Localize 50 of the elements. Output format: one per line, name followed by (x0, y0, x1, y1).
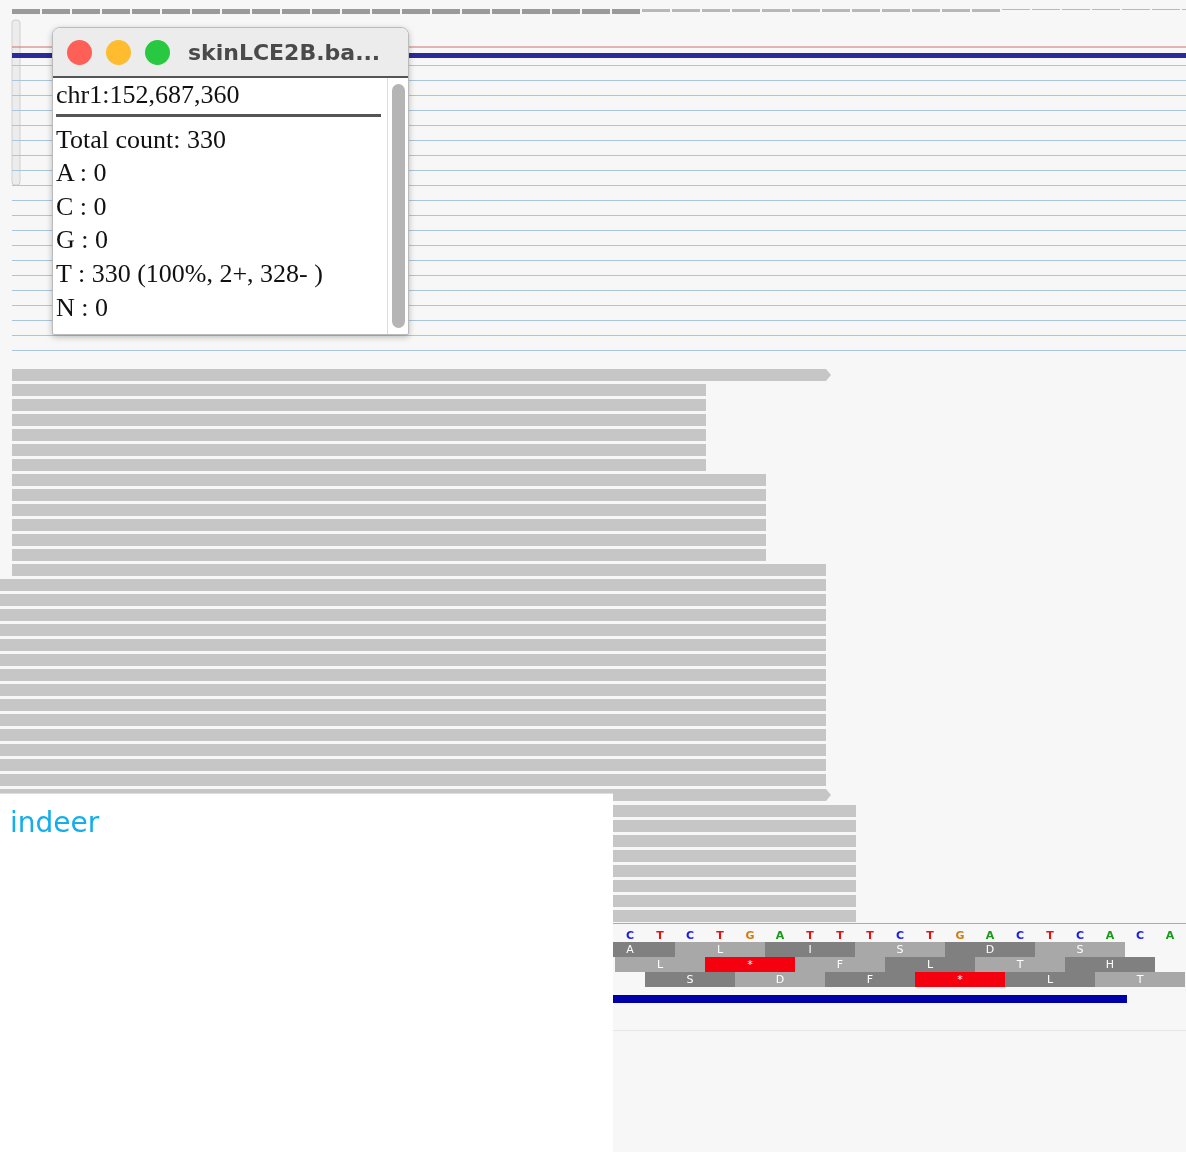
count-text: N : 0 (56, 291, 109, 324)
amino-acid-cell: L (1005, 972, 1095, 987)
base-letter: C (1075, 929, 1085, 942)
base-letter: T (716, 929, 724, 942)
base-letter: A (775, 929, 785, 942)
base-letter: A (1105, 929, 1115, 942)
amino-acid-cell: S (645, 972, 735, 987)
count-text: G : 0 (56, 224, 109, 257)
zoom-icon[interactable] (145, 39, 170, 65)
amino-acid-cell: S (1035, 942, 1125, 957)
base-letter: A (1165, 929, 1175, 942)
amino-acid-cell: F (795, 957, 885, 972)
base-letter: T (656, 929, 664, 942)
amino-acid-cell: T (1095, 972, 1185, 987)
base-letter: T (806, 929, 814, 942)
count-text: A : 0 (56, 157, 108, 190)
amino-acid-cell: D (735, 972, 825, 987)
amino-acid-cell: H (1065, 957, 1155, 972)
base-letter: G (955, 929, 965, 942)
window-title: skinLCE2B.ba... (188, 39, 381, 65)
base-letter: T (926, 929, 934, 942)
minimize-icon[interactable] (106, 39, 131, 65)
base-letter: T (866, 929, 874, 942)
amino-acid-cell: * (915, 972, 1005, 987)
amino-acid-cell: L (615, 957, 705, 972)
amino-acid-cell: A (613, 942, 675, 957)
base-letter: C (895, 929, 905, 942)
amino-acid-cell: L (675, 942, 765, 957)
base-letter: A (985, 929, 995, 942)
count-text: T : 330 (100%, 2+, 328- ) (56, 257, 324, 290)
close-icon[interactable] (67, 39, 92, 65)
amino-acid-cell: D (945, 942, 1035, 957)
base-letter: C (1015, 929, 1025, 942)
scrollbar-thumb[interactable] (391, 84, 405, 328)
amino-acid-cell: I (765, 942, 855, 957)
count-text: Total count: 330 (56, 123, 228, 156)
amino-acid-cell: T (975, 957, 1065, 972)
amino-acid-cell: S (855, 942, 945, 957)
base-letter: T (1046, 929, 1054, 942)
count-text: C : 0 (56, 190, 108, 223)
link-text[interactable]: indeer (10, 806, 100, 839)
base-letter: C (685, 929, 695, 942)
position-text: chr1:152,687,360 (56, 78, 381, 117)
base-letter: C (625, 929, 635, 942)
amino-acid-cell: * (705, 957, 795, 972)
base-letter: C (1135, 929, 1145, 942)
base-letter: T (836, 929, 844, 942)
base-letter: G (745, 929, 755, 942)
amino-acid-cell: L (885, 957, 975, 972)
amino-acid-cell: F (825, 972, 915, 987)
